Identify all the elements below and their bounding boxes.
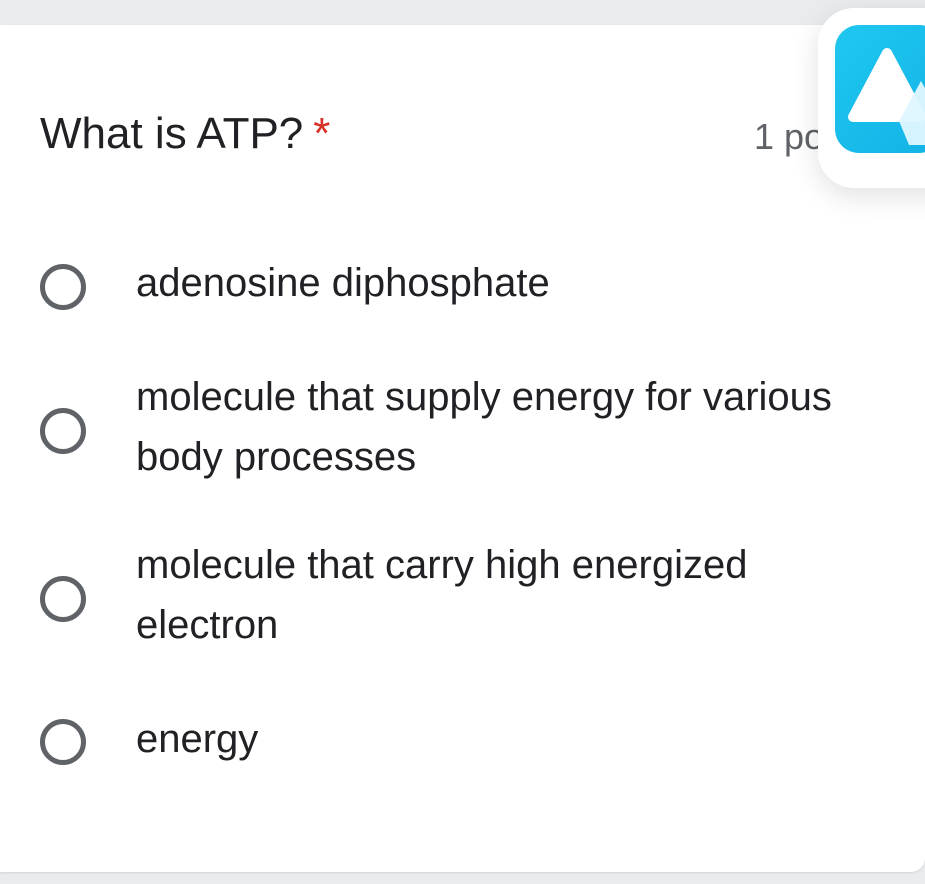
floating-app-bubble[interactable] <box>818 8 925 188</box>
radio-button[interactable] <box>40 576 86 622</box>
form-page: What is ATP? * 1 po adenosine diphosphate… <box>0 0 925 884</box>
radio-button[interactable] <box>40 264 86 310</box>
option-label: energy <box>136 717 259 761</box>
mountain-app-icon[interactable] <box>835 25 925 153</box>
option-label: adenosine diphosphate <box>136 261 550 305</box>
required-indicator: * <box>313 109 331 158</box>
radio-button[interactable] <box>40 408 86 454</box>
question-title: What is ATP? * <box>40 109 330 159</box>
question-points: 1 po <box>754 116 825 157</box>
question-card: What is ATP? * 1 po adenosine diphosphate… <box>0 25 925 872</box>
option-label: molecule that supply energy for various … <box>136 375 832 479</box>
option-label: molecule that carry high energized elect… <box>136 543 748 647</box>
radio-button[interactable] <box>40 719 86 765</box>
question-text: What is ATP? <box>40 109 304 158</box>
